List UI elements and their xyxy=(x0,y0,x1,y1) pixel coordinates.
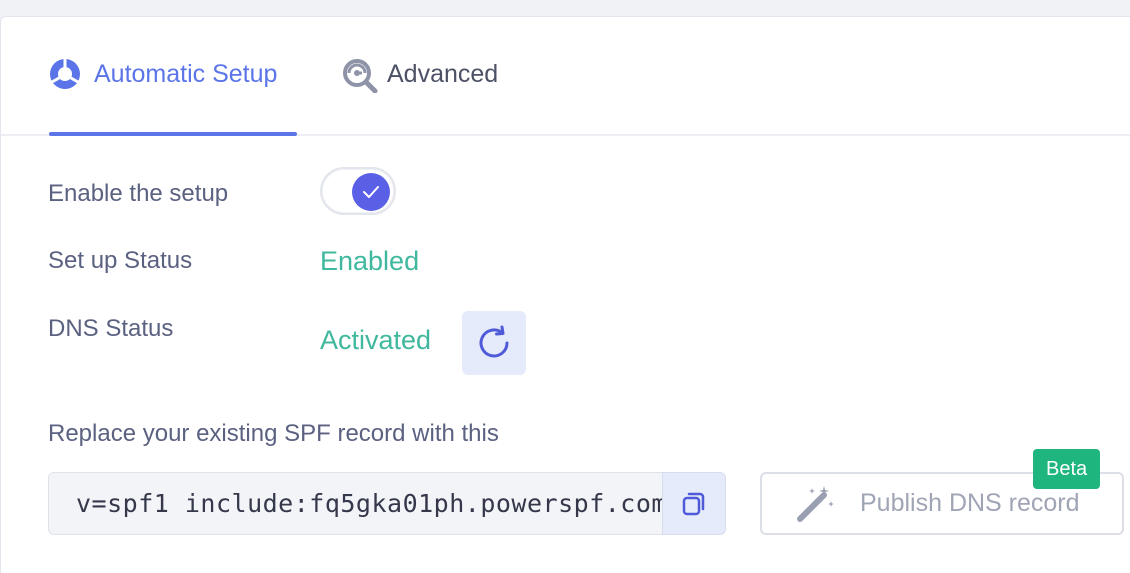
checkmark-icon xyxy=(363,186,379,198)
enable-setup-toggle[interactable] xyxy=(320,167,396,215)
tab-advanced-label: Advanced xyxy=(387,59,499,88)
tab-advanced[interactable]: Advanced xyxy=(341,57,499,94)
magic-wand-icon xyxy=(794,483,836,525)
toggle-knob xyxy=(352,173,390,211)
dns-status-label: DNS Status xyxy=(48,315,174,342)
refresh-icon xyxy=(479,325,509,358)
setup-status-value: Enabled xyxy=(320,246,420,276)
copy-spf-button[interactable] xyxy=(662,472,726,535)
spf-instructions: Replace your existing SPF record with th… xyxy=(48,420,499,447)
tab-automatic-setup[interactable]: Automatic Setup xyxy=(48,57,277,91)
refresh-dns-button[interactable] xyxy=(462,311,526,375)
copy-icon xyxy=(682,492,705,515)
enable-setup-label: Enable the setup xyxy=(48,180,229,207)
spf-record-field[interactable] xyxy=(48,472,662,535)
active-tab-indicator xyxy=(49,132,297,136)
dns-status-value: Activated xyxy=(320,325,432,355)
spf-setup-card: Automatic Setup Advanced Enable the setu… xyxy=(0,16,1130,573)
automatic-setup-icon xyxy=(48,57,82,91)
advanced-search-icon xyxy=(341,57,378,94)
tab-automatic-setup-label: Automatic Setup xyxy=(94,59,278,88)
beta-badge: Beta xyxy=(1033,449,1101,489)
tab-bar: Automatic Setup Advanced xyxy=(1,17,1130,136)
setup-status-label: Set up Status xyxy=(48,247,193,274)
publish-dns-label: Publish DNS record xyxy=(860,489,1080,517)
